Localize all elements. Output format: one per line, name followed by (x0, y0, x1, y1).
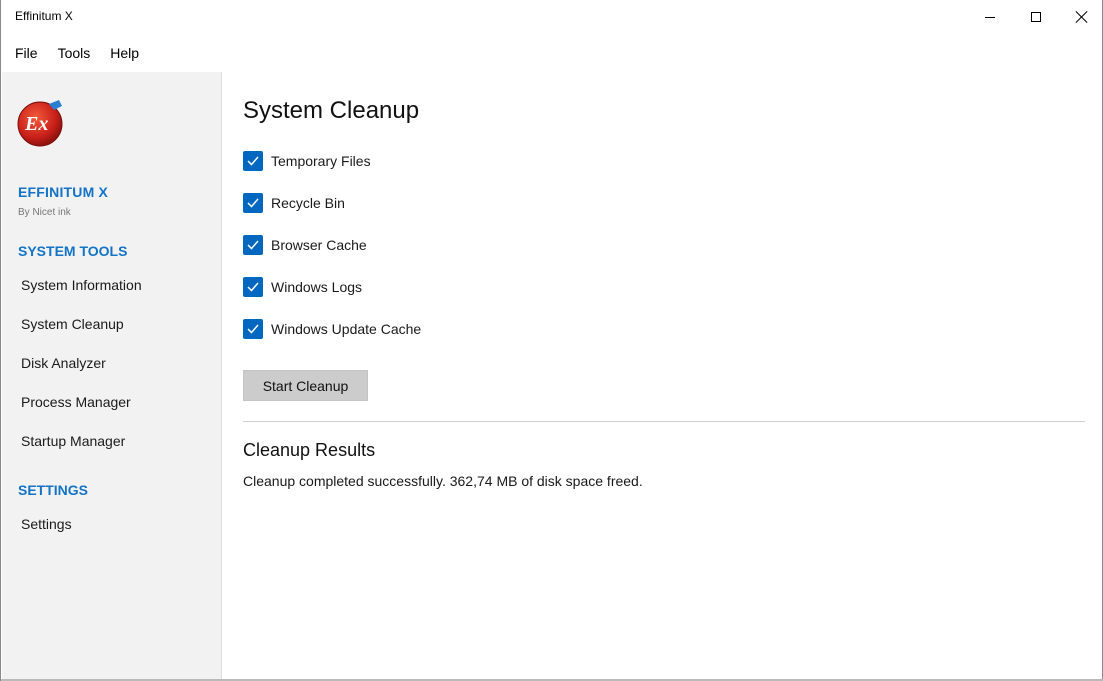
maximize-button[interactable] (1013, 0, 1059, 34)
checkbox[interactable] (243, 319, 263, 339)
sidebar-item-system-cleanup[interactable]: System Cleanup (21, 316, 124, 332)
brand-name: EFFINITUM X (18, 184, 109, 200)
app-window: Effinitum X File Tools Help Ex EFFINITUM… (0, 0, 1103, 681)
start-cleanup-button[interactable]: Start Cleanup (243, 370, 368, 401)
checkmark-icon (247, 156, 259, 166)
sidebar: Ex EFFINITUM X By Nicet ink SYSTEM TOOLS… (2, 72, 222, 681)
option-temporary-files[interactable]: Temporary Files (243, 151, 371, 171)
window-title: Effinitum X (15, 9, 73, 23)
sidebar-item-startup-manager[interactable]: Startup Manager (21, 433, 125, 449)
checkbox[interactable] (243, 193, 263, 213)
title-bar[interactable]: Effinitum X (1, 0, 1102, 34)
sidebar-item-settings[interactable]: Settings (21, 516, 72, 532)
maximize-icon (1031, 12, 1041, 22)
page-title: System Cleanup (243, 97, 420, 124)
option-windows-logs[interactable]: Windows Logs (243, 277, 362, 297)
menu-tools[interactable]: Tools (48, 39, 101, 67)
sidebar-item-disk-analyzer[interactable]: Disk Analyzer (21, 355, 106, 371)
option-label: Browser Cache (271, 237, 367, 253)
logo-letters: Ex (24, 113, 48, 135)
option-recycle-bin[interactable]: Recycle Bin (243, 193, 345, 213)
menu-bar: File Tools Help (1, 34, 1102, 72)
checkbox[interactable] (243, 277, 263, 297)
effinitum-logo: Ex (17, 100, 63, 147)
results-title: Cleanup Results (243, 440, 376, 460)
option-label: Windows Logs (271, 279, 363, 295)
checkmark-icon (247, 198, 259, 208)
minimize-icon (985, 16, 995, 18)
checkmark-icon (247, 282, 259, 292)
checkmark-icon (247, 240, 259, 250)
minimize-button[interactable] (967, 0, 1013, 34)
option-label: Windows Update Cache (271, 321, 422, 337)
option-label: Recycle Bin (271, 195, 345, 211)
sidebar-item-system-information[interactable]: System Information (21, 277, 142, 293)
checkbox[interactable] (243, 151, 263, 171)
section-settings: SETTINGS (18, 482, 89, 498)
menu-help[interactable]: Help (100, 39, 149, 67)
divider (243, 421, 1085, 422)
brand-byline: By Nicet ink (18, 207, 71, 218)
results-text: Cleanup completed successfully. 362,74 M… (243, 473, 643, 489)
option-windows-update-cache[interactable]: Windows Update Cache (243, 319, 421, 339)
option-browser-cache[interactable]: Browser Cache (243, 235, 367, 255)
checkbox[interactable] (243, 235, 263, 255)
menu-file[interactable]: File (5, 39, 48, 67)
option-label: Temporary Files (271, 153, 371, 169)
sidebar-item-process-manager[interactable]: Process Manager (21, 394, 131, 410)
close-icon (1076, 11, 1088, 23)
checkmark-icon (247, 324, 259, 334)
section-system-tools: SYSTEM TOOLS (18, 243, 128, 259)
close-button[interactable] (1059, 0, 1103, 34)
